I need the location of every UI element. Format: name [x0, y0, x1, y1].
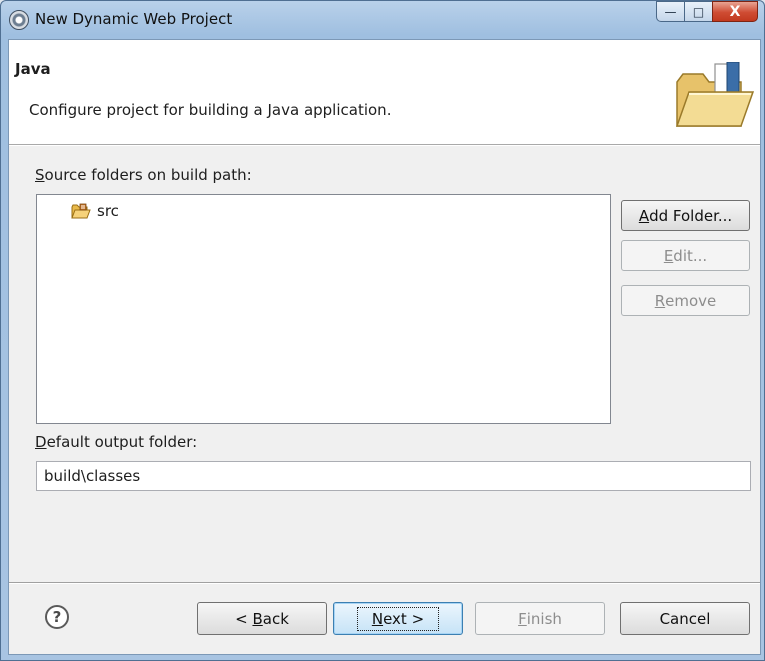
help-icon[interactable]: ? — [45, 605, 69, 629]
close-button[interactable]: X — [712, 1, 758, 22]
finish-button[interactable]: Finish — [475, 602, 605, 635]
close-icon: X — [729, 3, 741, 20]
title-bar[interactable]: New Dynamic Web Project — □ X — [1, 1, 764, 39]
wizard-header: Java Configure project for building a Ja… — [9, 40, 760, 145]
eclipse-app-icon — [9, 10, 29, 30]
remove-button[interactable]: Remove — [621, 285, 750, 316]
maximize-button[interactable]: □ — [684, 1, 713, 22]
dialog-client-area: Java Configure project for building a Ja… — [8, 39, 761, 655]
maximize-icon: □ — [692, 4, 705, 19]
cancel-button[interactable]: Cancel — [620, 602, 750, 635]
minimize-button[interactable]: — — [656, 1, 685, 22]
default-output-folder-label: Default output folder: — [35, 433, 198, 451]
list-item-label: src — [97, 202, 119, 220]
add-folder-button[interactable]: Add Folder... — [621, 200, 750, 231]
caption-buttons: — □ X — [656, 1, 758, 23]
source-folders-label: Source folders on build path: — [35, 166, 252, 184]
edit-button[interactable]: Edit... — [621, 240, 750, 271]
output-folder-value: build\classes — [44, 467, 141, 485]
page-title: Java — [15, 60, 51, 78]
back-button[interactable]: < Back — [197, 602, 327, 635]
footer-divider-highlight — [9, 583, 760, 584]
source-package-icon — [71, 203, 91, 219]
list-item[interactable]: src — [71, 202, 119, 220]
window-title: New Dynamic Web Project — [35, 10, 233, 28]
header-divider — [9, 145, 760, 146]
default-output-folder-field[interactable]: build\classes — [36, 461, 751, 491]
folder-icon — [675, 62, 755, 127]
minimize-icon: — — [664, 4, 677, 19]
next-button[interactable]: Next > — [333, 602, 463, 635]
page-description: Configure project for building a Java ap… — [29, 101, 392, 119]
source-folders-list[interactable]: src — [36, 194, 611, 424]
dialog-window: New Dynamic Web Project — □ X Java Confi… — [0, 0, 765, 661]
